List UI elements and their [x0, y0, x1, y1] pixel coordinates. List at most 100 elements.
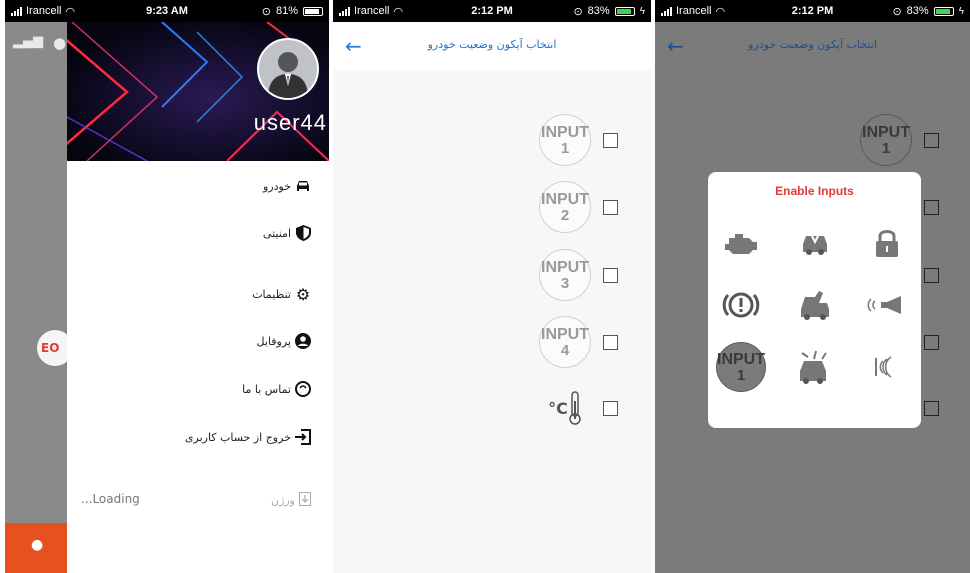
status-time: 2:12 PM [791, 5, 834, 17]
wifi-icon: ◠ [65, 5, 76, 18]
user-avatar[interactable] [257, 38, 319, 100]
input-1-row: INPUT 1 [539, 114, 618, 166]
input-2-checkbox[interactable] [924, 199, 939, 215]
background-location-icon: ● [53, 34, 67, 52]
menu-item-label: خودرو [262, 179, 291, 193]
door-open-icon[interactable] [790, 280, 840, 330]
phone-screen-enable-inputs: Irancell ◠ 2:12 PM ⊙ 83% ϟ ← انتخاب آیکو… [655, 0, 970, 573]
enable-inputs-dialog: Enable Inputs INPUT 1 [708, 172, 921, 428]
profile-icon [295, 333, 311, 349]
menu-item-label: خروج از حساب کاربری [184, 430, 291, 444]
background-logo-text: EO [41, 341, 60, 355]
input-4-icon: INPUT 4 [539, 316, 591, 368]
status-time: 9:23 AM [146, 5, 188, 17]
signal-icon [11, 6, 22, 16]
engine-icon[interactable] [716, 218, 766, 268]
version-label: ورژن [270, 494, 295, 507]
menu-item-label: پروفایل [256, 334, 291, 348]
input-word: INPUT [717, 350, 765, 368]
car-crash-icon[interactable] [790, 218, 840, 268]
page-title: انتخاب آیکون وضعیت خودرو [748, 38, 877, 51]
input-number: 1 [736, 366, 746, 384]
menu-item-label: امنیتی [262, 226, 291, 240]
menu-item-settings[interactable]: تنظیمات ⚙ [252, 284, 311, 304]
map-pin-icon: ● [31, 537, 44, 553]
battery-percent: 81% [275, 5, 298, 17]
person-silhouette-icon [268, 52, 308, 98]
status-bar: Irancell ◠ 2:12 PM ⊙ 83% ϟ [655, 0, 970, 22]
input-1-icon: INPUT 1 [539, 114, 591, 166]
battery-icon [933, 6, 954, 16]
input-number: 2 [560, 206, 570, 224]
wifi-icon: ◠ [715, 5, 726, 18]
battery-percent: 83% [906, 5, 929, 17]
alarm-icon: ⊙ [892, 5, 902, 18]
car-tow-icon[interactable] [790, 342, 840, 392]
input-word: INPUT [541, 258, 589, 276]
input-1-icon: INPUT 1 [860, 114, 912, 166]
battery-icon [614, 6, 635, 16]
app-bar: ← انتخاب آیکون وضعیت خودرو [655, 22, 970, 70]
phone-screen-icon-select: Irancell ◠ 2:12 PM ⊙ 83% ϟ ← انتخاب آیکو… [333, 0, 651, 573]
temperature-checkbox[interactable] [603, 400, 618, 416]
temperature-row: °C [539, 382, 618, 434]
alarm-icon: ⊙ [573, 5, 583, 18]
status-time: 2:12 PM [471, 5, 513, 17]
input-3-checkbox[interactable] [603, 267, 618, 283]
input-word: INPUT [862, 123, 910, 141]
input-3-row: INPUT 3 [539, 249, 618, 301]
brake-warning-icon[interactable] [716, 280, 766, 330]
logout-icon [295, 429, 311, 445]
input-1-checkbox[interactable] [924, 132, 939, 148]
version-info: ورژن [271, 492, 311, 509]
input-2-row: INPUT 2 [539, 181, 618, 233]
input-1-row: INPUT 1 [860, 114, 939, 166]
status-bar: Irancell ◠ 2:12 PM ⊙ 83% ϟ [333, 0, 651, 22]
carrier-label: Irancell [354, 5, 390, 17]
dialog-title: Enable Inputs [775, 184, 854, 198]
input-1-option[interactable]: INPUT 1 [716, 342, 766, 392]
charging-icon: ϟ [639, 5, 645, 17]
menu-item-label: تماس با ما [242, 382, 291, 396]
menu-item-security[interactable]: امنیتی [263, 225, 311, 241]
menu-item-profile[interactable]: پروفایل [257, 333, 311, 349]
input-1-checkbox[interactable] [603, 132, 618, 148]
temperature-checkbox[interactable] [924, 400, 939, 416]
background-signal-icon: ▂▄▆ [13, 34, 43, 49]
menu-item-car[interactable]: خودرو [263, 178, 311, 194]
navigation-drawer: user44 خودرو امنیتی تنظیمات ⚙ پروفایل تم… [67, 22, 329, 573]
signal-icon [661, 6, 672, 16]
menu-item-logout[interactable]: خروج از حساب کاربری [185, 429, 311, 445]
input-number: 1 [881, 139, 891, 157]
signal-icon [339, 6, 350, 16]
input-number: 1 [560, 139, 570, 157]
phone-screen-menu: Irancell ◠ 9:23 AM ⊙ 81% ▂▄▆ ● EO ● user… [5, 0, 329, 573]
input-2-checkbox[interactable] [603, 199, 618, 215]
gear-icon: ⚙ [295, 284, 311, 304]
sensor-waves-icon[interactable] [862, 342, 912, 392]
loading-text: ...Loading [81, 492, 140, 506]
temperature-unit: °C [548, 398, 568, 418]
input-word: INPUT [541, 190, 589, 208]
input-word: INPUT [541, 123, 589, 141]
menu-item-contact[interactable]: تماس با ما [242, 381, 311, 397]
shield-icon [295, 225, 311, 241]
input-number: 3 [560, 274, 570, 292]
horn-icon[interactable] [862, 280, 912, 330]
input-number: 4 [560, 341, 570, 359]
app-bar: ← انتخاب آیکون وضعیت خودرو [333, 22, 651, 70]
thermometer-icon: °C [539, 382, 591, 434]
input-2-icon: INPUT 2 [539, 181, 591, 233]
carrier-label: Irancell [676, 5, 712, 17]
carrier-label: Irancell [26, 5, 62, 17]
input-4-checkbox[interactable] [603, 334, 618, 350]
input-3-icon: INPUT 3 [539, 249, 591, 301]
battery-icon [303, 6, 323, 16]
input-3-checkbox[interactable] [924, 267, 939, 283]
drawer-header: user44 [67, 22, 329, 161]
input-4-checkbox[interactable] [924, 334, 939, 350]
battery-percent: 83% [587, 5, 610, 17]
input-4-row: INPUT 4 [539, 316, 618, 368]
input-word: INPUT [541, 325, 589, 343]
lock-icon[interactable] [862, 218, 912, 268]
